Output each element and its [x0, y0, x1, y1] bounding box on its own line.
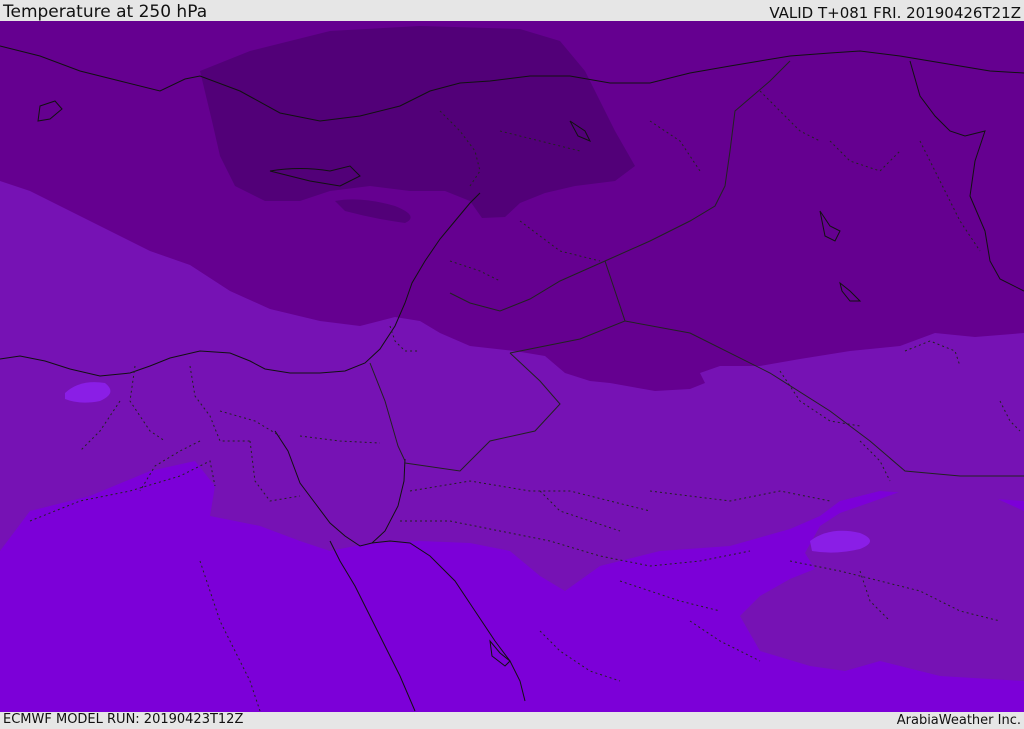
temperature-map [0, 21, 1024, 712]
footer-bar: ECMWF MODEL RUN: 20190423T12Z ArabiaWeat… [0, 712, 1024, 729]
map-title: Temperature at 250 hPa [3, 2, 208, 22]
header-bar: Temperature at 250 hPa VALID T+081 FRI. … [0, 0, 1024, 21]
valid-time: VALID T+081 FRI. 20190426T21Z [769, 4, 1021, 22]
map-svg [0, 21, 1024, 712]
model-run-label: ECMWF MODEL RUN: 20190423T12Z [3, 712, 244, 727]
credit-label: ArabiaWeather Inc. [896, 713, 1021, 728]
